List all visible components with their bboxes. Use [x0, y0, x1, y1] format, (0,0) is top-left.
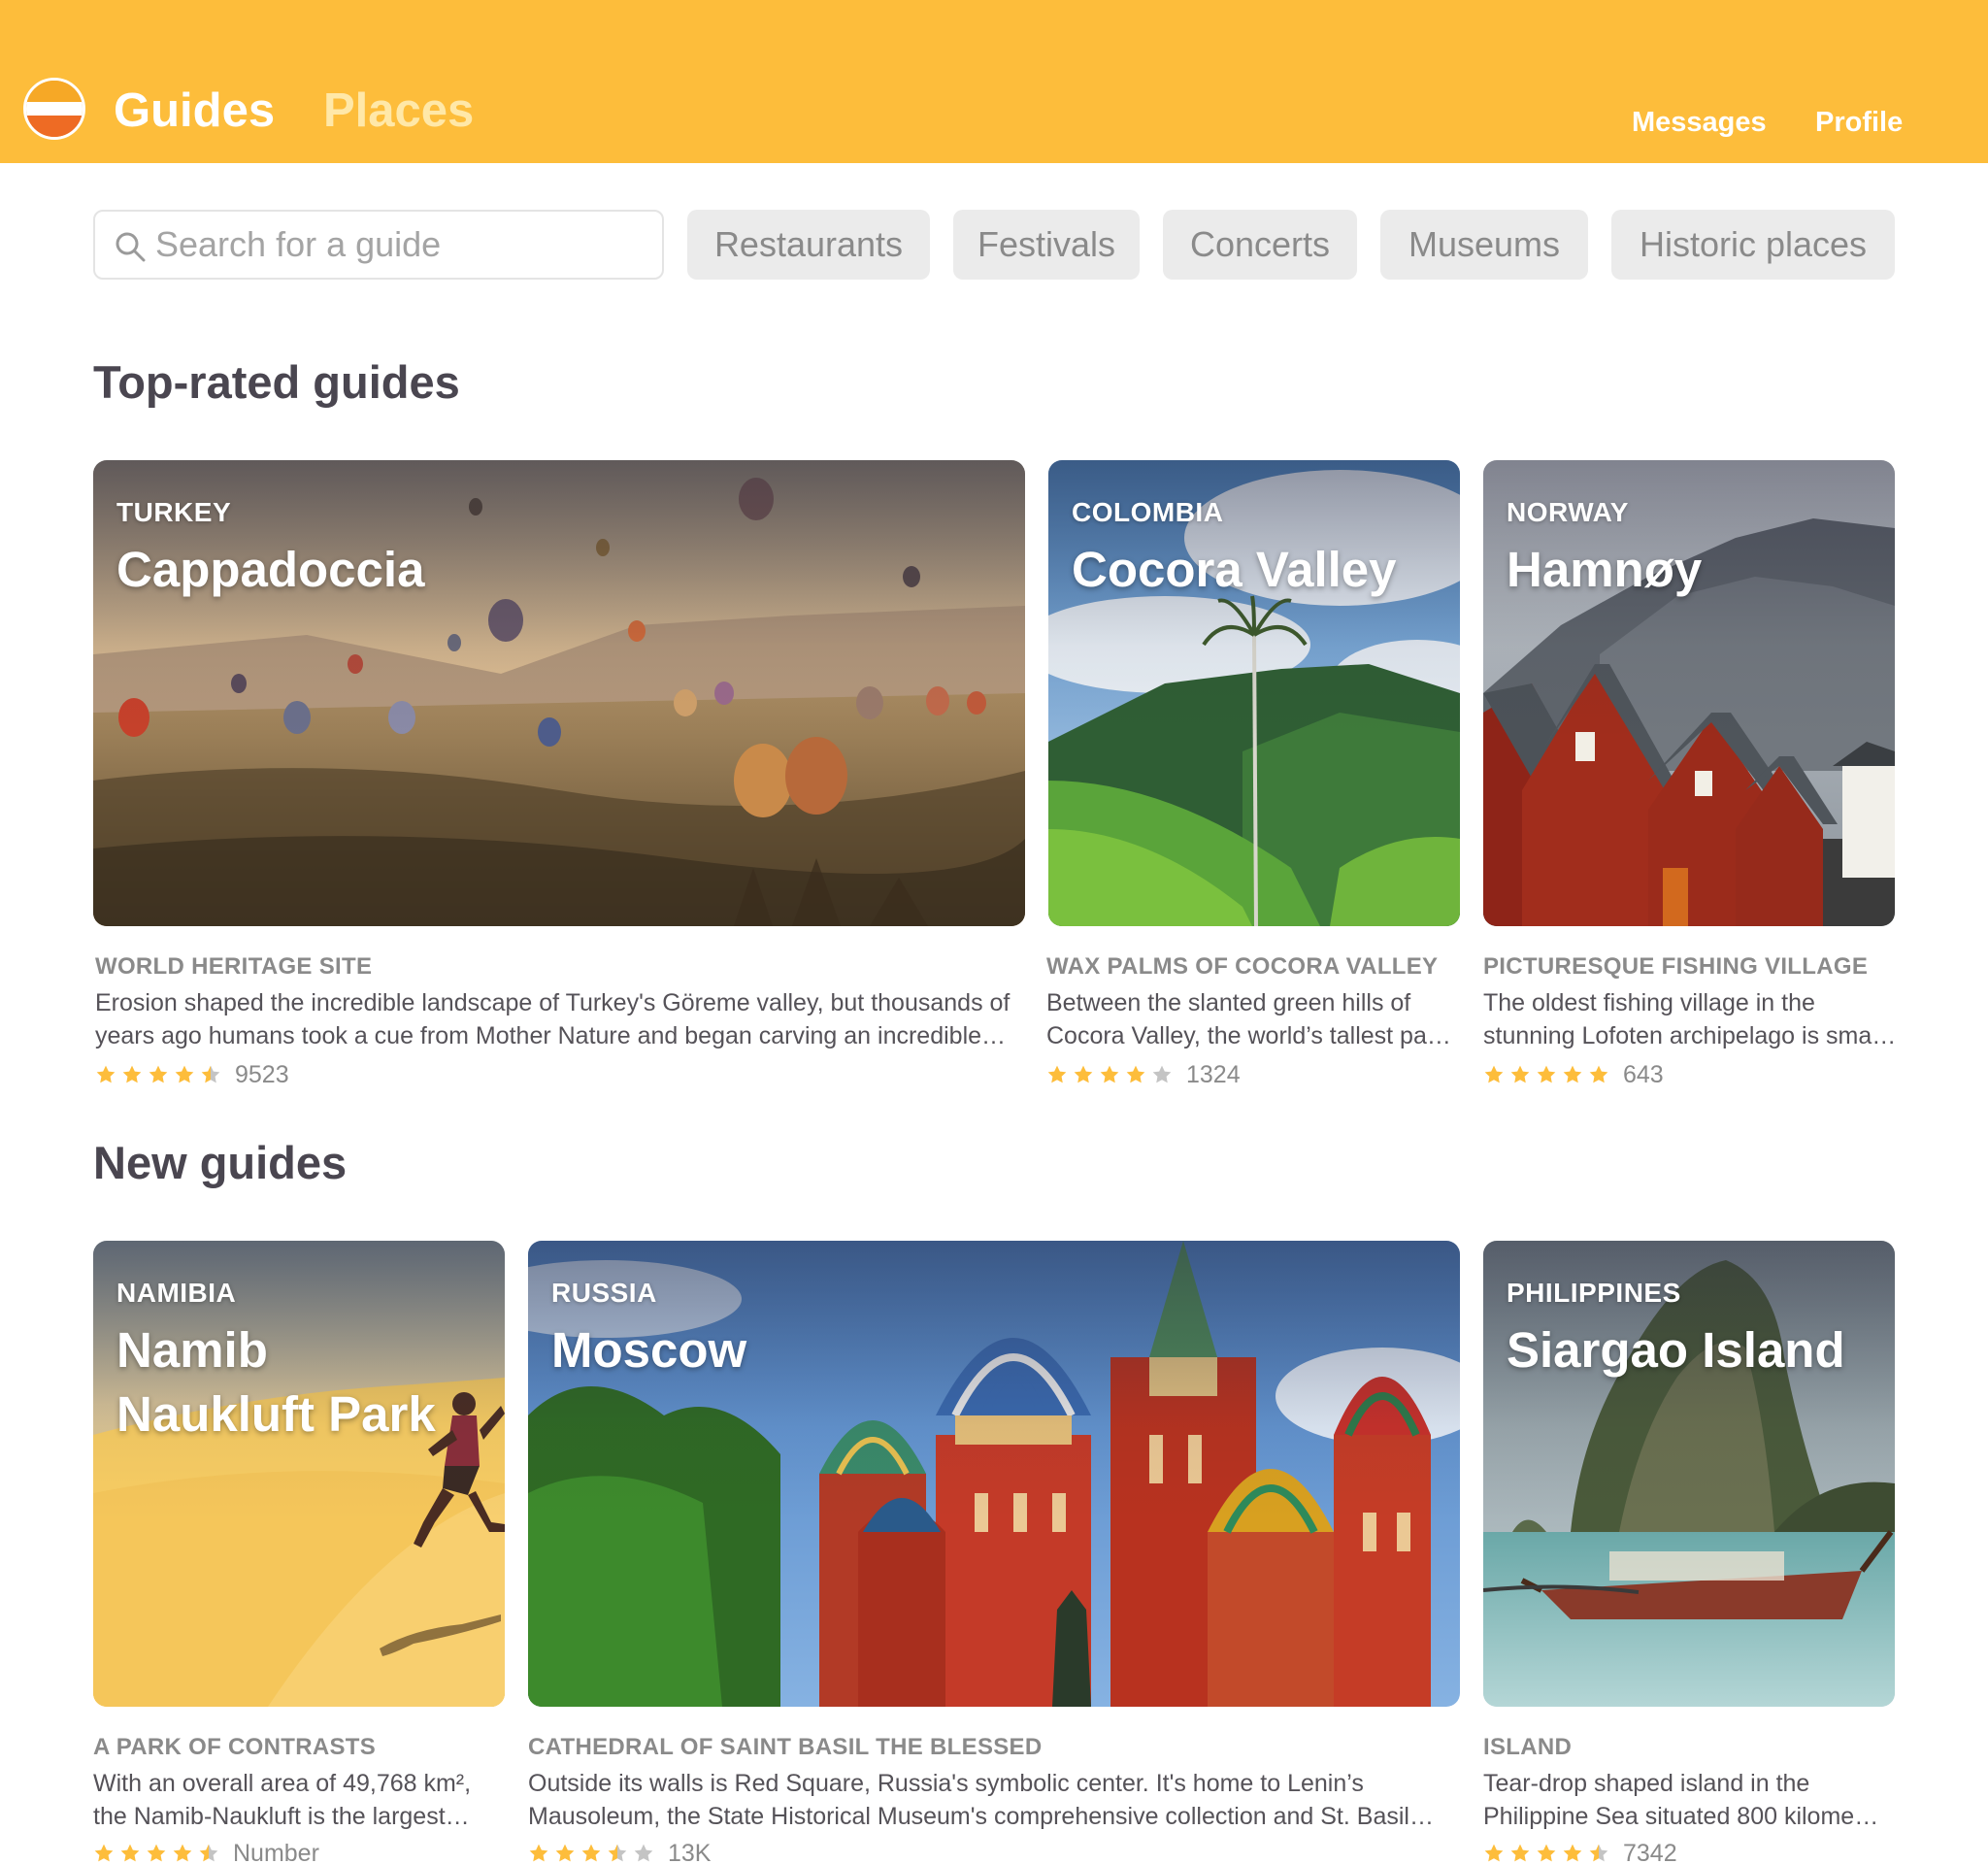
- star-icon: [1589, 1844, 1608, 1862]
- card-title: Namib Naukluft Park: [116, 1322, 436, 1442]
- nav-profile-link[interactable]: Profile: [1815, 107, 1903, 139]
- card-country: TURKEY: [116, 497, 232, 527]
- review-count: Number: [233, 1839, 319, 1864]
- card-title: Cappadoccia: [116, 542, 425, 597]
- star-icon: [1510, 1844, 1530, 1862]
- review-count: 1324: [1186, 1060, 1241, 1088]
- star-icon: [1100, 1065, 1119, 1083]
- rating-stars: [1046, 1064, 1173, 1085]
- filter-chip-festivals[interactable]: Festivals: [953, 210, 1140, 280]
- star-icon: [1510, 1065, 1530, 1083]
- star-icon: [581, 1844, 601, 1862]
- star-icon: [173, 1844, 192, 1862]
- star-icon: [555, 1844, 575, 1862]
- card-description: Outside its walls is Red Square, Russia'…: [528, 1770, 1434, 1830]
- rating-stars: [93, 1843, 219, 1864]
- card-title: Hamnøy: [1507, 542, 1703, 597]
- card-rating: 643: [1483, 1060, 1664, 1089]
- guide-card-moscow[interactable]: RUSSIA Moscow: [528, 1241, 1460, 1707]
- search-input[interactable]: [155, 212, 650, 278]
- card-description: Between the slanted green hills of Cocor…: [1046, 989, 1451, 1049]
- card-rating: 9523: [95, 1060, 289, 1089]
- card-country: COLOMBIA: [1072, 497, 1224, 527]
- card-country: RUSSIA: [551, 1278, 657, 1308]
- card-rating: 13K: [528, 1839, 711, 1864]
- app-logo-icon[interactable]: [23, 78, 85, 140]
- star-icon: [1126, 1065, 1145, 1083]
- card-title: Moscow: [551, 1322, 747, 1378]
- star-icon: [1563, 1844, 1582, 1862]
- star-icon: [634, 1844, 653, 1862]
- card-subtitle: WORLD HERITAGE SITE: [95, 953, 373, 980]
- card-country: NORWAY: [1507, 497, 1629, 527]
- filter-chip-restaurants[interactable]: Restaurants: [687, 210, 930, 280]
- card-title: Cocora Valley: [1072, 542, 1397, 597]
- card-country: NAMIBIA: [116, 1278, 237, 1308]
- star-icon: [529, 1844, 548, 1862]
- card-subtitle: WAX PALMS OF COCORA VALLEY: [1046, 953, 1439, 980]
- card-description: Tear-drop shaped island in the Philippin…: [1483, 1770, 1879, 1830]
- guide-card-siargao-island[interactable]: PHILIPPINES Siargao Island: [1483, 1241, 1895, 1707]
- nav-messages-link[interactable]: Messages: [1632, 107, 1767, 139]
- filter-chip-concerts[interactable]: Concerts: [1163, 210, 1357, 280]
- star-icon: [201, 1065, 220, 1083]
- guide-card-cocora-valley[interactable]: COLOMBIA Cocora Valley: [1048, 460, 1460, 926]
- card-title: Siargao Island: [1507, 1322, 1845, 1378]
- card-rating: 7342: [1483, 1839, 1677, 1864]
- star-icon: [1074, 1065, 1093, 1083]
- card-rating: 1324: [1046, 1060, 1241, 1089]
- card-description: With an overall area of 49,768 km², the …: [93, 1770, 472, 1830]
- filter-chip-historic-places[interactable]: Historic places: [1611, 210, 1895, 280]
- rating-stars: [1483, 1843, 1609, 1864]
- star-icon: [1047, 1065, 1067, 1083]
- star-icon: [149, 1065, 168, 1083]
- search-box: [93, 210, 664, 280]
- star-icon: [94, 1844, 114, 1862]
- guide-card-namib-naukluft[interactable]: NAMIBIA Namib Naukluft Park: [93, 1241, 505, 1707]
- star-icon: [1484, 1065, 1504, 1083]
- star-icon: [122, 1065, 142, 1083]
- nav-places-tab[interactable]: Places: [323, 83, 474, 138]
- guide-card-hamnoy[interactable]: NORWAY Hamnøy: [1483, 460, 1895, 926]
- star-icon: [199, 1844, 218, 1862]
- card-subtitle: A PARK OF CONTRASTS: [93, 1734, 377, 1760]
- card-description: The oldest fishing village in the stunni…: [1483, 989, 1897, 1049]
- review-count: 13K: [668, 1839, 712, 1864]
- guide-card-cappadoccia[interactable]: TURKEY Cappadoccia: [93, 460, 1025, 926]
- card-subtitle: ISLAND: [1483, 1734, 1573, 1760]
- card-country: PHILIPPINES: [1507, 1278, 1681, 1308]
- star-icon: [175, 1065, 194, 1083]
- section-title-top-rated: Top-rated guides: [93, 356, 460, 408]
- nav-guides-tab[interactable]: Guides: [114, 83, 275, 138]
- rating-stars: [528, 1843, 654, 1864]
- card-subtitle: CATHEDRAL OF SAINT BASIL THE BLESSED: [528, 1734, 1043, 1760]
- rating-stars: [1483, 1064, 1609, 1085]
- review-count: 643: [1623, 1060, 1664, 1088]
- section-title-new-guides: New guides: [93, 1137, 348, 1188]
- filter-chip-museums[interactable]: Museums: [1380, 210, 1588, 280]
- star-icon: [1537, 1844, 1556, 1862]
- star-icon: [1537, 1065, 1556, 1083]
- star-icon: [147, 1844, 166, 1862]
- review-count: 7342: [1623, 1839, 1677, 1864]
- star-icon: [120, 1844, 140, 1862]
- card-subtitle: PICTURESQUE FISHING VILLAGE: [1483, 953, 1869, 980]
- rating-stars: [95, 1064, 221, 1085]
- star-icon: [1152, 1065, 1172, 1083]
- star-icon: [96, 1065, 116, 1083]
- star-icon: [1589, 1065, 1608, 1083]
- star-icon: [1484, 1844, 1504, 1862]
- star-icon: [608, 1844, 627, 1862]
- top-header: Guides Places Messages Profile: [0, 0, 1988, 163]
- card-description: Erosion shaped the incredible landscape …: [95, 989, 1011, 1049]
- search-icon: [116, 232, 146, 262]
- star-icon: [1563, 1065, 1582, 1083]
- card-rating: Number: [93, 1839, 319, 1864]
- review-count: 9523: [235, 1060, 289, 1088]
